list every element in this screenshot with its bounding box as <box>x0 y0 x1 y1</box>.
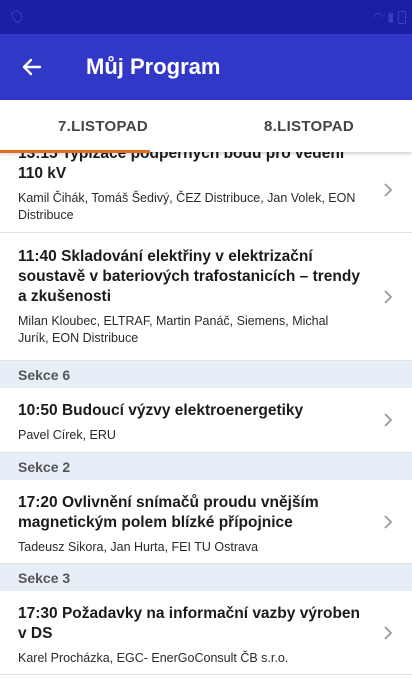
wifi-icon: ◠ <box>372 10 384 24</box>
chevron-right-icon <box>384 289 393 304</box>
item-title: 10:50 Budoucí výzvy elektroenergetiky <box>18 402 304 419</box>
tab-bar: 7.LISTOPAD 8.LISTOPAD <box>0 100 412 152</box>
section-header: Sekce 6 <box>0 361 412 388</box>
chevron-right-icon <box>384 514 393 529</box>
list-item[interactable]: 10:50 Budoucí výzvy elektroenergetiky Pa… <box>0 388 412 453</box>
item-authors: Kamil Čihák, Tomáš Šedivý, ČEZ Distribuc… <box>18 191 356 222</box>
item-title: 11:40 Skladování elektřiny v elektrizačn… <box>18 248 360 305</box>
tab-8-listopad[interactable]: 8.LISTOPAD <box>206 100 412 152</box>
status-bar: ◠ ▮ <box>0 0 412 34</box>
item-title: 17:30 Požadavky na informační vazby výro… <box>18 605 360 642</box>
tab-7-listopad[interactable]: 7.LISTOPAD <box>0 100 206 152</box>
tab-indicator <box>0 150 150 153</box>
section-header: Sekce 2 <box>0 453 412 480</box>
item-authors: Tadeusz Sikora, Jan Hurta, FEI TU Ostrav… <box>18 540 259 554</box>
chevron-right-icon <box>384 625 393 640</box>
item-title: 13:15 Typizace podpěrných bodů pro veden… <box>18 152 345 182</box>
arrow-left-icon <box>22 58 42 76</box>
page-title: Můj Program <box>86 54 221 79</box>
item-title: 17:20 Ovlivnění snímačů proudu vnějším m… <box>18 494 319 531</box>
list-item[interactable]: 13:15 Typizace podpěrných bodů pro veden… <box>0 152 412 233</box>
section-header: Sekce 3 <box>0 564 412 591</box>
chevron-right-icon <box>384 413 393 427</box>
item-authors: Karel Procházka, EGC- EnerGoConsult ČB s… <box>18 651 289 665</box>
program-list[interactable]: 13:15 Typizace podpěrných bodů pro veden… <box>0 152 412 678</box>
battery-icon <box>398 10 406 24</box>
location-icon <box>9 8 25 24</box>
status-icons: ◠ ▮ <box>373 9 406 25</box>
chevron-right-icon <box>384 183 393 197</box>
back-button[interactable] <box>0 34 64 100</box>
list-item[interactable]: 17:30 Požadavky na informační vazby výro… <box>0 591 412 675</box>
list-item[interactable]: 17:20 Ovlivnění snímačů proudu vnějším m… <box>0 480 412 564</box>
app-bar: Můj Program <box>0 34 412 100</box>
list-item[interactable]: 11:40 Skladování elektřiny v elektrizačn… <box>0 233 412 361</box>
item-authors: Milan Kloubec, ELTRAF, Martin Panáč, Sie… <box>18 314 329 345</box>
item-authors: Pavel Círek, ERU <box>18 428 116 442</box>
signal-icon: ▮ <box>387 10 394 24</box>
